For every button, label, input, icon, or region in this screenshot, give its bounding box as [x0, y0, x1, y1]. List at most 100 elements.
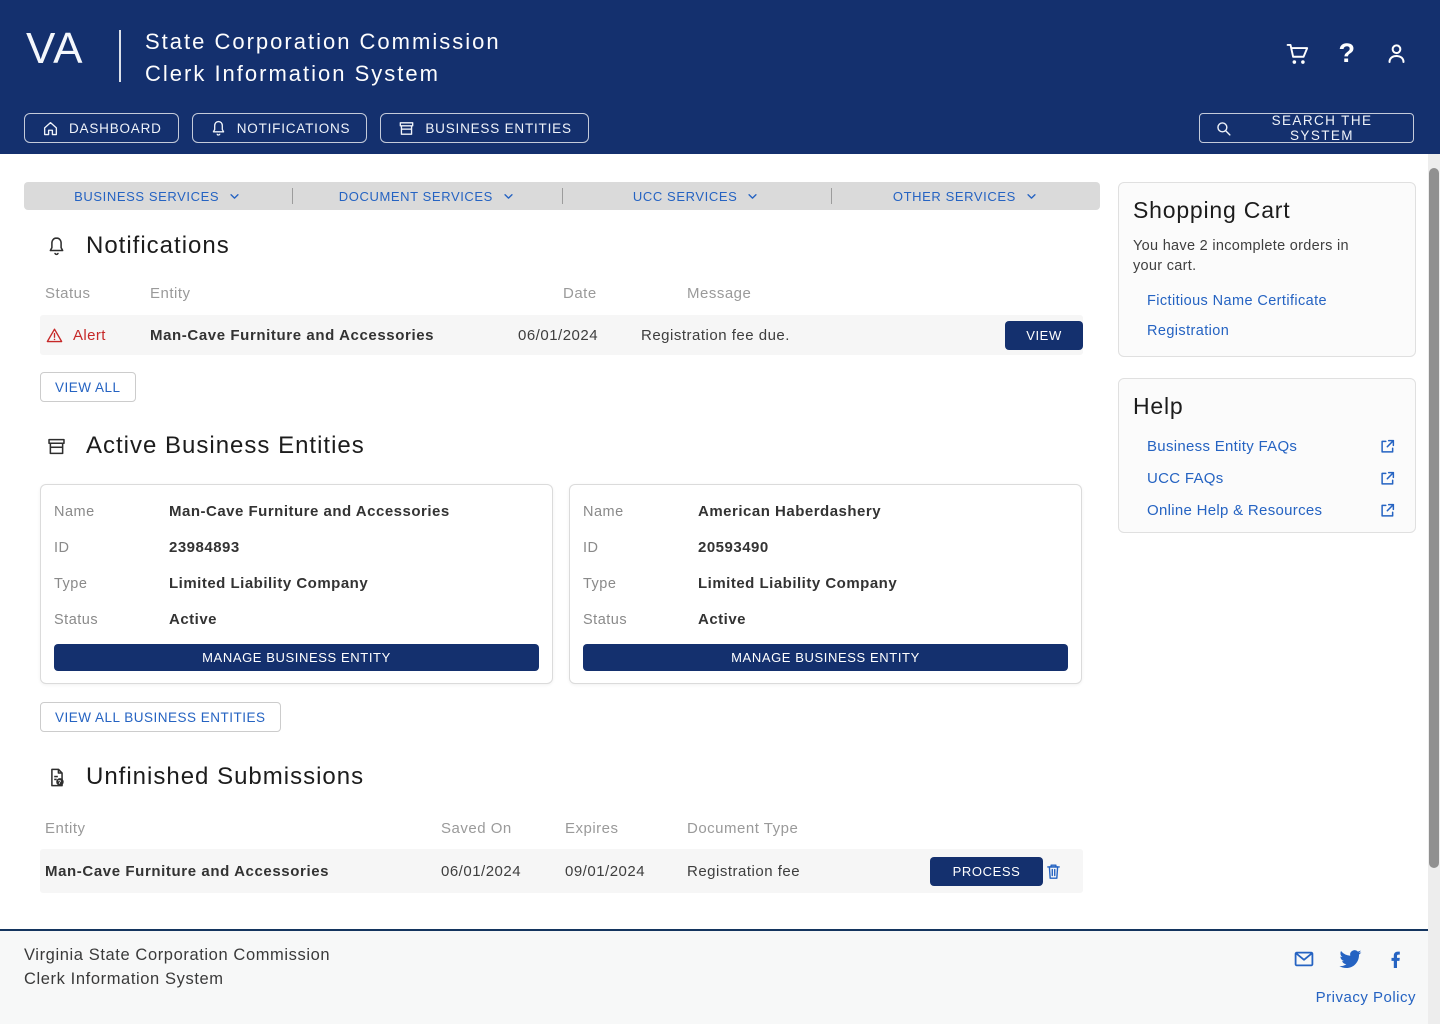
help-link-row: UCC FAQs	[1133, 462, 1401, 494]
footer-social-icons	[1292, 947, 1408, 971]
entity-cards: NameMan-Cave Furniture and Accessories I…	[40, 484, 1083, 684]
notifications-title: Notifications	[40, 232, 1083, 260]
shopping-cart-panel: Shopping Cart You have 2 incomplete orde…	[1118, 182, 1416, 357]
notifications-title-text: Notifications	[86, 232, 230, 260]
process-submission-button[interactable]: PROCESS	[930, 857, 1043, 886]
view-all-entities-button[interactable]: VIEW ALL BUSINESS ENTITIES	[40, 702, 281, 732]
svg-text:?: ?	[58, 779, 62, 785]
chevron-down-icon	[501, 189, 516, 204]
nav-dashboard-button[interactable]: DASHBOARD	[24, 113, 179, 143]
facebook-icon[interactable]	[1384, 947, 1408, 971]
external-link-icon[interactable]	[1378, 469, 1397, 488]
cart-order-link[interactable]: Fictitious Name Certificate Registration	[1147, 286, 1397, 346]
notification-message: Registration fee due.	[641, 327, 1005, 344]
storefront-icon	[397, 119, 416, 138]
page-footer: Virginia State Corporation Commission Cl…	[0, 929, 1440, 1024]
other-services-label: OTHER SERVICES	[893, 189, 1016, 204]
document-question-icon: ?	[45, 766, 68, 789]
field-label-id: ID	[54, 540, 169, 556]
va-logo: VA	[26, 24, 83, 74]
notifications-section: Notifications Status Entity Date Message…	[40, 232, 1083, 402]
nav-business-entities-button[interactable]: BUSINESS ENTITIES	[380, 113, 588, 143]
entity-name: American Haberdashery	[698, 503, 881, 520]
notifications-column-headers: Status Entity Date Message	[40, 285, 1083, 302]
app-header: VA State Corporation Commission Clerk In…	[0, 0, 1440, 154]
business-services-label: BUSINESS SERVICES	[74, 189, 219, 204]
nav-business-entities-label: BUSINESS ENTITIES	[425, 121, 571, 136]
search-system-label: SEARCH THE SYSTEM	[1245, 113, 1399, 143]
twitter-icon[interactable]	[1338, 947, 1362, 971]
unfinished-title-text: Unfinished Submissions	[86, 763, 364, 791]
entity-type: Limited Liability Company	[698, 575, 897, 592]
external-link-icon[interactable]	[1378, 437, 1397, 456]
field-label-status: Status	[54, 612, 169, 628]
notification-entity: Man-Cave Furniture and Accessories	[150, 327, 518, 344]
shopping-cart-message: You have 2 incomplete orders in your car…	[1133, 236, 1378, 276]
scrollbar-track[interactable]	[1428, 154, 1440, 1024]
business-services-menu[interactable]: BUSINESS SERVICES	[24, 189, 292, 204]
search-system-button[interactable]: SEARCH THE SYSTEM	[1199, 113, 1414, 143]
storefront-icon	[45, 435, 68, 458]
services-bar: BUSINESS SERVICES DOCUMENT SERVICES UCC …	[24, 182, 1100, 210]
column-status: Status	[45, 285, 150, 302]
footer-line1: Virginia State Corporation Commission	[24, 943, 330, 967]
chevron-down-icon	[227, 189, 242, 204]
account-icon[interactable]	[1383, 40, 1410, 67]
active-entities-title-text: Active Business Entities	[86, 432, 365, 460]
entity-id: 20593490	[698, 539, 769, 556]
entity-status: Active	[698, 611, 746, 628]
help-links: Business Entity FAQs UCC FAQs	[1133, 430, 1401, 526]
cart-icon[interactable]	[1284, 40, 1311, 67]
privacy-policy-link[interactable]: Privacy Policy	[1316, 989, 1416, 1006]
notification-date: 06/01/2024	[518, 327, 641, 344]
chevron-down-icon	[1024, 189, 1039, 204]
external-link-icon[interactable]	[1378, 501, 1397, 520]
help-panel: Help Business Entity FAQs UCC FAQs	[1118, 378, 1416, 533]
column-entity: Entity	[150, 285, 563, 302]
manage-entity-button[interactable]: MANAGE BUSINESS ENTITY	[54, 644, 539, 671]
other-services-menu[interactable]: OTHER SERVICES	[832, 189, 1100, 204]
entity-type: Limited Liability Company	[169, 575, 368, 592]
submission-expires: 09/01/2024	[565, 863, 687, 880]
field-label-type: Type	[54, 576, 169, 592]
manage-entity-button[interactable]: MANAGE BUSINESS ENTITY	[583, 644, 1068, 671]
submission-document-type: Registration fee	[687, 863, 930, 880]
footer-line2: Clerk Information System	[24, 967, 330, 991]
business-entity-faqs-link[interactable]: Business Entity FAQs	[1147, 438, 1297, 455]
ucc-faqs-link[interactable]: UCC FAQs	[1147, 470, 1224, 487]
submission-saved-on: 06/01/2024	[441, 863, 565, 880]
delete-submission-icon[interactable]	[1043, 861, 1064, 882]
entity-status: Active	[169, 611, 217, 628]
header-icon-group: ?	[1284, 40, 1411, 67]
alert-triangle-icon	[45, 326, 64, 345]
field-label-id: ID	[583, 540, 698, 556]
shopping-cart-title: Shopping Cart	[1133, 197, 1401, 224]
search-icon	[1214, 119, 1233, 138]
app-title-line2: Clerk Information System	[145, 58, 501, 90]
app-title-line1: State Corporation Commission	[145, 26, 501, 58]
submission-row: Man-Cave Furniture and Accessories 06/01…	[40, 849, 1083, 893]
home-icon	[41, 119, 60, 138]
document-services-label: DOCUMENT SERVICES	[339, 189, 493, 204]
bell-icon	[209, 119, 228, 138]
entity-id: 23984893	[169, 539, 240, 556]
entity-card: NameAmerican Haberdashery ID20593490 Typ…	[569, 484, 1082, 684]
view-notification-button[interactable]: VIEW	[1005, 321, 1083, 350]
column-entity: Entity	[45, 820, 441, 837]
ucc-services-menu[interactable]: UCC SERVICES	[563, 189, 831, 204]
brand-divider	[119, 30, 121, 82]
field-label-status: Status	[583, 612, 698, 628]
notification-status-text: Alert	[73, 327, 106, 344]
help-icon[interactable]: ?	[1339, 40, 1356, 67]
submission-entity: Man-Cave Furniture and Accessories	[45, 863, 441, 880]
online-help-resources-link[interactable]: Online Help & Resources	[1147, 502, 1322, 519]
email-icon[interactable]	[1292, 947, 1316, 971]
app-title: State Corporation Commission Clerk Infor…	[145, 26, 501, 90]
nav-notifications-button[interactable]: NOTIFICATIONS	[192, 113, 368, 143]
scrollbar-thumb[interactable]	[1429, 168, 1439, 868]
footer-text: Virginia State Corporation Commission Cl…	[24, 943, 330, 991]
view-all-notifications-button[interactable]: VIEW ALL	[40, 372, 136, 402]
column-expires: Expires	[565, 820, 687, 837]
document-services-menu[interactable]: DOCUMENT SERVICES	[293, 189, 561, 204]
help-link-row: Online Help & Resources	[1133, 494, 1401, 526]
